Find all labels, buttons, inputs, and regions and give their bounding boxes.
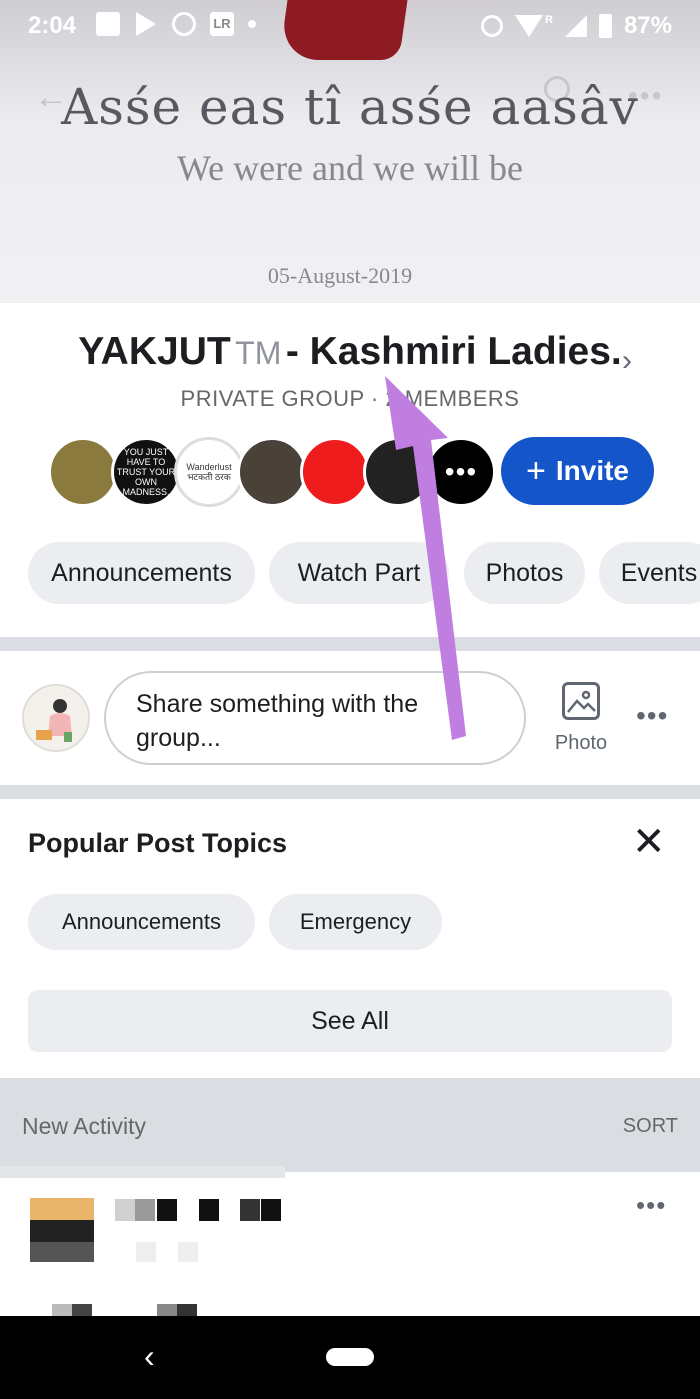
gallery-notification-icon [96, 12, 120, 36]
tab-watch-party[interactable]: Watch Part [269, 542, 449, 604]
plus-icon: + [526, 451, 546, 490]
status-time: 2:04 [28, 12, 77, 39]
more-options-icon[interactable]: ••• [636, 700, 668, 732]
photo-button[interactable]: Photo [552, 682, 610, 755]
user-avatar[interactable] [22, 684, 90, 752]
tab-events[interactable]: Events [599, 542, 700, 604]
post-more-options-icon[interactable]: ••• [636, 1190, 666, 1221]
member-avatar[interactable] [237, 437, 307, 507]
alarm-icon [481, 15, 503, 37]
section-divider [0, 785, 700, 799]
popular-topics-title: Popular Post Topics [28, 828, 288, 858]
share-something-input[interactable]: Share something with the group... [104, 671, 526, 765]
status-bar: 2:04 LR R 87% [0, 0, 700, 52]
signal-roaming-label: R [545, 14, 553, 26]
signal-icon [564, 15, 587, 37]
group-name[interactable]: YAKJUT TM - Kashmiri Ladies. [0, 330, 700, 374]
photo-label: Photo [554, 732, 608, 754]
telegram-notification-icon [136, 12, 156, 36]
whatsapp-notification-icon [172, 12, 196, 36]
nav-back-icon[interactable]: ‹ [144, 1338, 155, 1375]
invite-label: Invite [555, 455, 629, 486]
topic-announcements[interactable]: Announcements [28, 894, 255, 950]
cover-date: 05-August-2019 [267, 263, 413, 288]
group-privacy-members[interactable]: PRIVATE GROUP · 2 MEMBERS [0, 386, 700, 412]
cover-subtitle: We were and we will be [177, 148, 523, 188]
battery-percent: 87% [623, 12, 672, 39]
lightroom-notification-icon: LR [210, 12, 234, 36]
nav-home-pill[interactable] [326, 1348, 374, 1366]
close-icon[interactable]: ✕ [632, 822, 666, 862]
see-all-button[interactable]: See All [28, 990, 672, 1052]
topic-emergency[interactable]: Emergency [269, 894, 442, 950]
member-avatar[interactable] [300, 437, 370, 507]
group-name-suffix: - Kashmiri Ladies. [285, 330, 622, 373]
member-avatar[interactable] [48, 437, 118, 507]
new-activity-label: New Activity [22, 1113, 146, 1139]
group-name-text: YAKJUT [78, 330, 231, 373]
tab-announcements[interactable]: Announcements [28, 542, 255, 604]
photo-icon [562, 682, 600, 720]
more-members-avatar[interactable]: ••• [426, 437, 496, 507]
member-avatar[interactable] [363, 437, 433, 507]
section-divider [0, 637, 700, 651]
invite-button[interactable]: + Invite [501, 437, 654, 505]
more-notifications-dot [248, 20, 256, 28]
member-avatar[interactable]: Wanderlust भटकती ठरक [174, 437, 244, 507]
wifi-icon [515, 15, 543, 37]
post-header-strip [0, 1166, 285, 1178]
chevron-right-icon[interactable]: › [622, 344, 632, 378]
member-avatar[interactable]: YOU JUST HAVE TO TRUST YOUR OWN MADNESS. [111, 437, 181, 507]
post-avatar[interactable] [30, 1198, 94, 1220]
sort-button[interactable]: SORT [623, 1115, 678, 1138]
battery-icon [598, 14, 612, 38]
trademark-mark: TM [235, 335, 282, 371]
tab-photos[interactable]: Photos [464, 542, 585, 604]
cover-title: Asśe eas tî asśe aasâv [61, 78, 639, 136]
